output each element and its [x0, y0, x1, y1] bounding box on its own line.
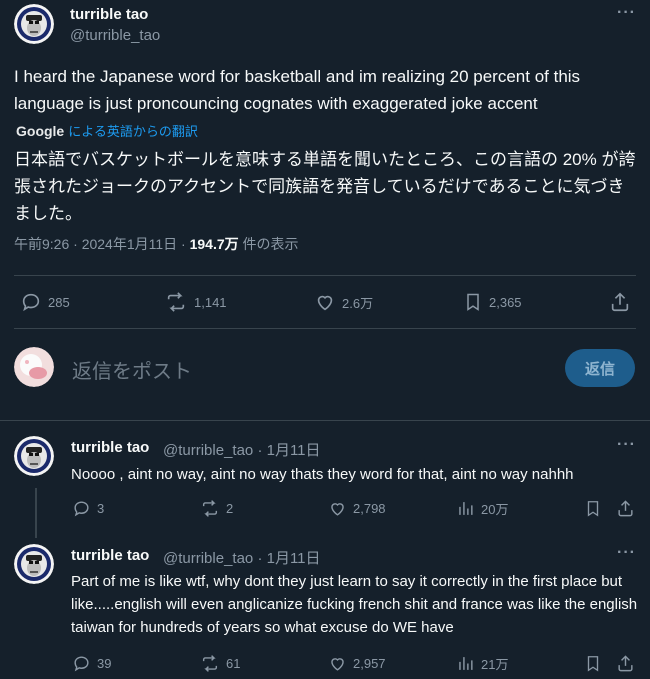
reply-author-name[interactable]: turrible tao — [71, 547, 149, 564]
reply-count: 285 — [48, 294, 70, 310]
more-options-icon[interactable]: ··· — [617, 4, 636, 22]
reply-author-name[interactable]: turrible tao — [71, 439, 149, 456]
repost-button[interactable]: 2 — [200, 499, 233, 518]
tweet-timestamp[interactable]: 午前9:26 · 2024年1月11日 · — [14, 236, 190, 252]
google-logo: Google — [16, 122, 65, 139]
repost-count: 2 — [226, 501, 234, 516]
bookmark-button[interactable] — [584, 499, 602, 518]
translated-text: 日本語でバスケットボールを意味する単語を聞いたところ、この言語の 20% が誇張… — [14, 150, 636, 223]
share-icon — [618, 500, 633, 517]
like-button[interactable]: 2.6万 — [314, 291, 373, 313]
reply-author-handle[interactable]: @turrible_tao · 1月11日 — [163, 439, 321, 460]
reply-icon — [74, 501, 89, 517]
repost-button[interactable]: 61 — [200, 654, 240, 673]
thread-connector — [35, 488, 37, 538]
translation-attribution: Google による英語からの翻訳 — [16, 121, 198, 140]
reply-count: 39 — [97, 656, 112, 671]
bookmark-icon — [587, 656, 599, 672]
heart-icon — [331, 658, 344, 671]
views-button[interactable]: 21万 — [456, 654, 508, 673]
bookmark-icon — [587, 501, 599, 517]
share-button[interactable] — [609, 291, 631, 313]
analytics-icon — [459, 657, 473, 670]
share-button[interactable] — [616, 499, 635, 518]
reply-author-handle[interactable]: @turrible_tao · 1月11日 — [163, 547, 321, 568]
bookmark-button[interactable]: 2,365 — [463, 291, 522, 313]
current-user-avatar[interactable] — [14, 347, 54, 387]
heart-icon — [331, 503, 344, 516]
bookmark-icon — [467, 293, 479, 311]
view-count-label: 件の表示 — [238, 236, 299, 252]
more-options-icon[interactable]: ··· — [617, 436, 636, 454]
reply-button[interactable]: 39 — [72, 654, 111, 673]
like-button[interactable]: 2,798 — [328, 499, 386, 518]
like-count: 2,798 — [353, 501, 386, 516]
reply-avatar[interactable] — [14, 544, 54, 584]
views-count: 20万 — [481, 502, 509, 517]
reply-avatar[interactable] — [14, 436, 54, 476]
divider — [14, 328, 636, 329]
divider — [14, 275, 636, 276]
translation-link[interactable]: による英語からの翻訳 — [68, 121, 198, 140]
repost-icon — [167, 292, 185, 312]
repost-count: 61 — [226, 656, 241, 671]
share-icon — [611, 292, 629, 312]
divider — [0, 420, 650, 421]
tweet-text: I heard the Japanese word for basketball… — [14, 67, 581, 113]
analytics-icon — [459, 502, 473, 515]
repost-button[interactable]: 1,141 — [164, 291, 227, 313]
reply-input[interactable]: 返信をポスト — [72, 355, 192, 384]
reply-button[interactable]: 285 — [20, 291, 70, 313]
view-count: 194.7万 — [189, 236, 239, 252]
author-handle[interactable]: @turrible_tao — [70, 27, 160, 44]
author-avatar[interactable] — [14, 4, 54, 44]
more-options-icon[interactable]: ··· — [617, 544, 636, 562]
reply-count: 3 — [97, 501, 105, 516]
bookmark-count: 2,365 — [489, 294, 522, 310]
views-button[interactable]: 20万 — [456, 499, 508, 518]
reply-submit-button[interactable]: 返信 — [565, 349, 635, 387]
like-count: 2.6万 — [342, 295, 374, 311]
author-name[interactable]: turrible tao — [70, 6, 148, 23]
reply-text: Noooo , aint no way, aint no way thats t… — [71, 466, 574, 483]
repost-icon — [202, 500, 218, 517]
reply-button[interactable]: 3 — [72, 499, 104, 518]
share-icon — [618, 655, 633, 672]
like-count: 2,957 — [353, 656, 386, 671]
views-count: 21万 — [481, 657, 509, 672]
share-button[interactable] — [616, 654, 635, 673]
like-button[interactable]: 2,957 — [328, 654, 386, 673]
tweet-metadata: 午前9:26 · 2024年1月11日 · 194.7万 件の表示 — [14, 234, 299, 254]
reply-text: Part of me is like wtf, why dont they ju… — [71, 573, 638, 636]
reply-icon — [22, 293, 40, 312]
repost-icon — [202, 655, 218, 672]
reply-icon — [74, 656, 89, 672]
bookmark-button[interactable] — [584, 654, 602, 673]
heart-icon — [317, 295, 333, 311]
repost-count: 1,141 — [194, 294, 227, 310]
